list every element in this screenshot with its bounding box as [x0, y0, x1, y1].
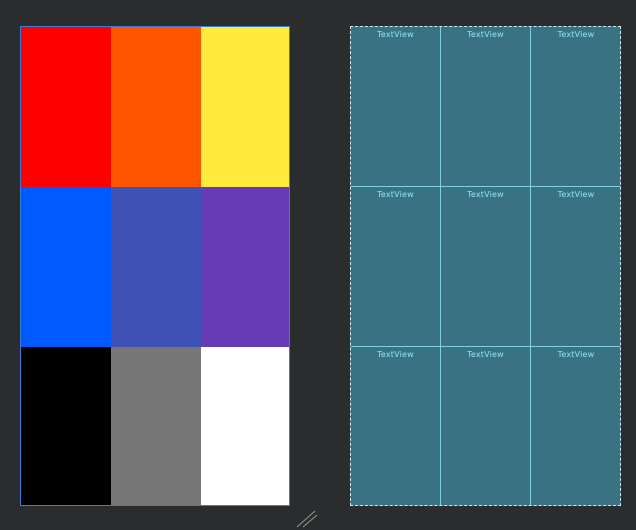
color-swatch-orange[interactable]: [111, 27, 201, 187]
blueprint-preview-surface[interactable]: TextView TextView TextView TextView Text…: [350, 26, 621, 506]
blueprint-textview-cell[interactable]: TextView: [531, 187, 620, 347]
color-swatch-indigo[interactable]: [111, 187, 201, 347]
blueprint-textview-cell[interactable]: TextView: [351, 27, 441, 187]
blueprint-textview-label: TextView: [377, 30, 414, 39]
blueprint-textview-label: TextView: [467, 190, 504, 199]
blueprint-textview-label: TextView: [557, 30, 595, 39]
color-swatch-gray[interactable]: [111, 347, 201, 505]
layout-editor-canvas: TextView TextView TextView TextView Text…: [0, 0, 636, 530]
color-swatch-red[interactable]: [21, 27, 111, 187]
design-preview-surface[interactable]: [20, 26, 290, 506]
blueprint-textview-label: TextView: [557, 190, 595, 199]
resize-handle-icon[interactable]: [296, 510, 318, 528]
blueprint-textview-cell[interactable]: TextView: [351, 347, 441, 505]
blueprint-textview-label: TextView: [467, 30, 504, 39]
blueprint-textview-label: TextView: [557, 350, 595, 359]
blueprint-textview-cell[interactable]: TextView: [441, 347, 531, 505]
blueprint-textview-label: TextView: [467, 350, 504, 359]
blueprint-textview-cell[interactable]: TextView: [351, 187, 441, 347]
color-swatch-white[interactable]: [201, 347, 289, 505]
blueprint-textview-cell[interactable]: TextView: [531, 27, 620, 187]
blueprint-textview-cell[interactable]: TextView: [531, 347, 620, 505]
blueprint-textview-label: TextView: [377, 350, 414, 359]
color-swatch-purple[interactable]: [201, 187, 289, 347]
color-swatch-yellow[interactable]: [201, 27, 289, 187]
blueprint-textview-label: TextView: [377, 190, 414, 199]
color-swatch-blue[interactable]: [21, 187, 111, 347]
blueprint-textview-cell[interactable]: TextView: [441, 187, 531, 347]
blueprint-textview-cell[interactable]: TextView: [441, 27, 531, 187]
color-swatch-black[interactable]: [21, 347, 111, 505]
